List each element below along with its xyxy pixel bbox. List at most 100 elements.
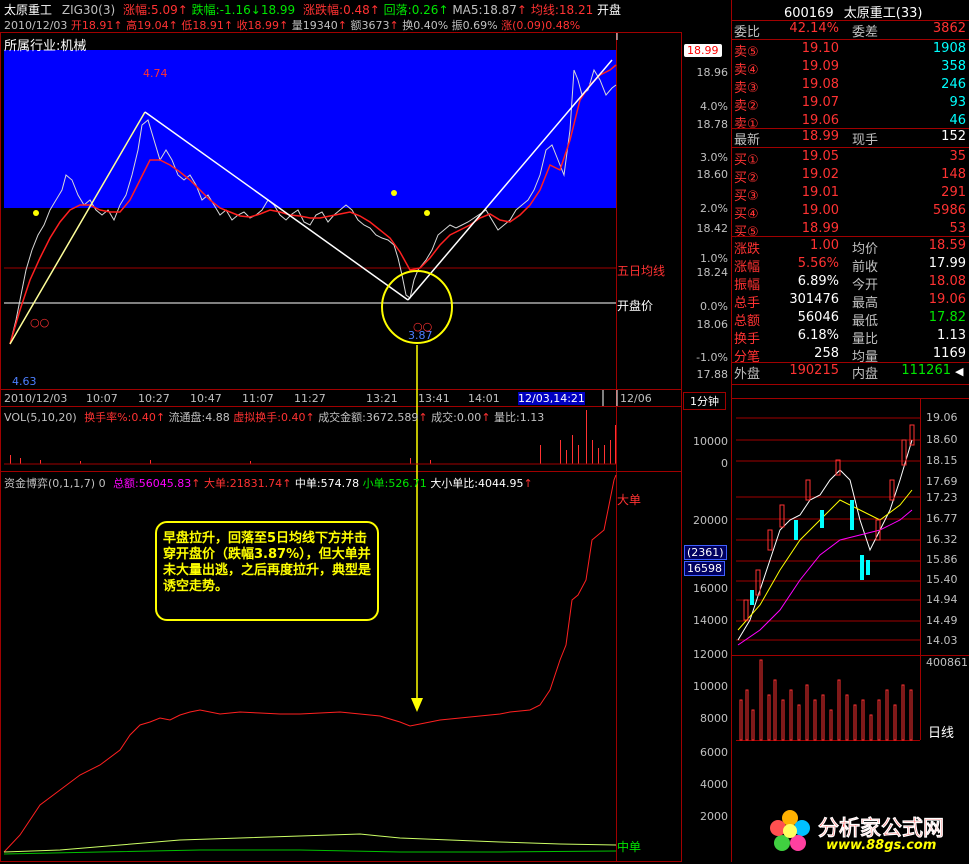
stat-val-2: 18.59 (928, 238, 966, 253)
kline-tab[interactable]: 日线 (928, 722, 954, 741)
wp-val: 190215 (789, 363, 839, 378)
zdf-label: 涨跌幅: (303, 3, 344, 17)
stock-name: 太原重工 (4, 3, 53, 17)
fund-small: 小单:526.71 (362, 477, 427, 490)
pct-axis-tick: 0.0% (700, 300, 728, 313)
kline-axis-tick: 17.69 (926, 475, 958, 488)
vol-float: 流通盘:4.88 (168, 411, 230, 424)
last-row: 最新 18.99 现手 152 (732, 128, 969, 148)
quote-name: 太原重工(33) (843, 6, 923, 21)
pct-axis-tick: 3.0% (700, 151, 728, 164)
sep-6 (732, 362, 969, 363)
stat-row: 总额 56046 最低 17.82 (732, 309, 969, 329)
kline-axis-tick: 16.77 (926, 512, 958, 525)
sep-3 (732, 128, 969, 129)
weicha-label: 委差 (852, 25, 879, 40)
amt-arrow-icon: ↑ (389, 19, 399, 32)
sell-order-row: 卖④ 19.09 358 (732, 58, 969, 78)
fund-axis-tick: 4000 (700, 778, 728, 791)
fund-axis-tick: 6000 (700, 746, 728, 759)
circle-marker-low: ○○ (413, 320, 433, 333)
xs-label: 现手 (852, 133, 879, 148)
order-price: 19.02 (801, 167, 839, 182)
price-band (4, 50, 616, 208)
price-axis-tick: 17.88 (696, 368, 729, 381)
zhang-val: 涨(0.09)0.48% (501, 19, 581, 32)
price-axis-tick: 18.06 (696, 318, 729, 331)
kline-axis-tick: 18.60 (926, 433, 958, 446)
fund-mid: 中单:574.78 (294, 477, 360, 490)
vol-amt: 成交金额:3672.589 (318, 411, 419, 424)
sell-order-row: 卖② 19.07 93 (732, 94, 969, 114)
price-axis-tick: 18.78 (696, 118, 729, 131)
kline-axis-tick: 14.49 (926, 614, 958, 627)
wp-np-toggle-icon[interactable]: ◀ (955, 365, 963, 378)
open-arrow-icon: ↑ (113, 19, 123, 32)
kline-axis-tick: 16.32 (926, 533, 958, 546)
time-axis-tick: 12/03,14:21 (518, 392, 585, 405)
jx-val: 18.21 (558, 3, 594, 17)
kline-candles (737, 424, 915, 646)
kline-vol-bars (739, 659, 913, 741)
fund-axis-tick: 10000 (693, 680, 728, 693)
kp-label: 开盘 (597, 3, 622, 17)
peak-label: 4.74 (143, 67, 168, 80)
hl-label: 回落: (383, 3, 412, 17)
header-line-1: 太原重工 ZIG30(3) 涨幅:5.09↑ 跌幅:-1.16↓18.99 涨跌… (4, 1, 621, 18)
order-price: 19.00 (801, 203, 839, 218)
order-volume: 53 (949, 221, 966, 236)
zdf-val: 0.48 (343, 3, 370, 17)
fund-header: 资金博弈(0,1,1,7) 0 总额:56045.83↑ 大单:21831.74… (4, 475, 533, 491)
kline-axis-tick: 19.06 (926, 411, 958, 424)
vol-name: VOL(5,10,20) (4, 411, 77, 424)
die-arrow-icon: ↓ (250, 3, 261, 17)
weibi-label: 委比 (734, 25, 761, 40)
time-axis-tick: 13:21 (366, 392, 398, 405)
vol-arrow-icon: ↑ (337, 19, 347, 32)
start-label: 4.63 (12, 375, 37, 388)
site-logo (768, 808, 812, 857)
vol-deal-arrow-icon: ↑ (481, 411, 491, 424)
hl-val: 0.26 (411, 3, 439, 17)
order-volume: 291 (941, 185, 966, 200)
order-price: 19.08 (801, 77, 839, 92)
flower-logo-icon (770, 810, 810, 851)
xs-val: 152 (941, 129, 966, 144)
fund-tag-a: (2361) (684, 545, 727, 560)
vol-deal: 成交:0.00 (431, 411, 482, 424)
buy-order-row: 买② 19.02 148 (732, 166, 969, 186)
kline-axis-tick: 17.23 (926, 491, 958, 504)
time-axis-tick: 10:07 (86, 392, 118, 405)
stat-val: 1.00 (810, 238, 839, 253)
sep-2 (732, 39, 969, 40)
small-order-line (3, 849, 617, 855)
fund-tag-b: 16598 (684, 561, 725, 576)
high-val: 高19.04 (126, 19, 169, 32)
stat-row: 总手 301476 最高 19.06 (732, 291, 969, 311)
fund-big-arrow-icon: ↑ (282, 477, 292, 490)
stat-val-2: 1.13 (937, 328, 966, 343)
sep-1 (732, 20, 969, 21)
price-axis-tick: 18.60 (696, 168, 729, 181)
stat-val-2: 1169 (932, 346, 966, 361)
kline-axis-tick: 14.94 (926, 593, 958, 606)
order-price: 19.01 (801, 185, 839, 200)
time-axis-tick: 12/06 (620, 392, 652, 405)
period-tab[interactable]: 1分钟 (683, 392, 726, 410)
stat-row: 振幅 6.89% 今开 18.08 (732, 273, 969, 293)
buy-order-row: 买④ 19.00 5986 (732, 202, 969, 222)
die-val: -1.16 (219, 3, 251, 17)
fund-name: 资金博弈(0,1,1,7) 0 (4, 477, 106, 490)
high-arrow-icon: ↑ (168, 19, 178, 32)
order-volume: 5986 (932, 203, 966, 218)
price-axis-tick: 18.24 (696, 266, 729, 279)
order-price: 19.10 (801, 41, 839, 56)
sep-4 (732, 147, 969, 148)
order-volume: 93 (949, 95, 966, 110)
order-price: 19.05 (801, 149, 839, 164)
stat-val: 6.89% (797, 274, 839, 289)
ma5-val: MA5:18.87 (452, 3, 517, 17)
kline-axis-tick: 18.15 (926, 454, 958, 467)
time-axis-tick: 11:07 (242, 392, 274, 405)
close-val: 收18.99 (236, 19, 280, 32)
